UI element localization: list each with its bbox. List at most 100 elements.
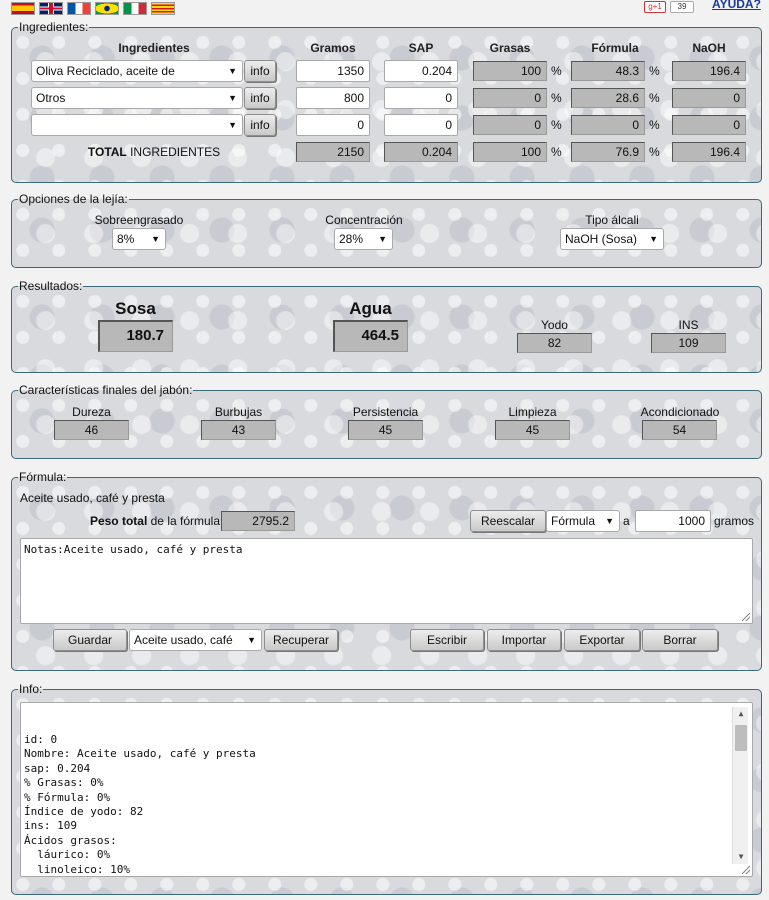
pct-sign: % <box>551 64 562 78</box>
info-line: linoleico: 10% <box>24 862 130 876</box>
resize-handle-icon[interactable] <box>742 613 750 621</box>
sosa-value: 180.7 <box>98 320 173 352</box>
grams-input[interactable]: 0 <box>296 114 370 136</box>
formula-value: 28.6 <box>571 88 645 108</box>
pct-sign: % <box>649 64 660 78</box>
col-header-grams: Gramos <box>310 41 356 55</box>
info-textarea[interactable]: id: 0 Nombre: Aceite usado, café y presta… <box>20 702 753 877</box>
chevron-down-icon: ▼ <box>378 234 387 244</box>
cleansing-value: 45 <box>495 420 570 440</box>
scroll-up-icon[interactable]: ▲ <box>733 707 749 721</box>
characteristics-legend: Características finales del jabón: <box>19 383 193 397</box>
col-header-ingredients: Ingredientes <box>118 41 190 55</box>
cleansing-label: Limpieza <box>508 405 557 419</box>
info-scrollbar[interactable]: ▲ ▼ <box>732 707 748 864</box>
grams-input[interactable]: 800 <box>296 87 370 109</box>
ingredients-legend: Ingredientes: <box>19 20 89 34</box>
france-flag-icon[interactable] <box>67 2 91 15</box>
naoh-value: 0 <box>672 115 746 135</box>
superfat-select[interactable]: 8% ▼ <box>112 228 166 250</box>
info-line: % Fórmula: 0% <box>24 790 111 804</box>
alkali-type-select[interactable]: NaOH (Sosa) ▼ <box>560 228 664 250</box>
col-header-sap: SAP <box>408 41 434 55</box>
target-weight-input[interactable]: 1000 <box>635 510 711 532</box>
chevron-down-icon: ▼ <box>151 234 160 244</box>
formula-value: 48.3 <box>571 61 645 81</box>
recover-button[interactable]: Recuperar <box>264 629 338 651</box>
pct-sign: % <box>551 91 562 105</box>
total-fats: 100 <box>473 142 547 162</box>
print-button[interactable]: Escribir <box>410 629 484 651</box>
total-sap: 0.204 <box>384 142 458 162</box>
info-line: Nombre: Aceite usado, café y presta <box>24 747 256 761</box>
resize-handle-icon[interactable] <box>742 866 750 874</box>
naoh-value: 0 <box>672 88 746 108</box>
pct-sign: % <box>649 118 660 132</box>
help-link[interactable]: AYUDA? <box>712 0 761 11</box>
chevron-down-icon: ▼ <box>228 66 237 76</box>
ins-label: INS <box>678 318 699 332</box>
persistence-label: Persistencia <box>352 405 419 419</box>
concentration-select[interactable]: 28% ▼ <box>334 228 393 250</box>
bubbles-label: Burbujas <box>214 405 263 419</box>
import-button[interactable]: Importar <box>487 629 561 651</box>
ingredient-select[interactable]: Otros ▼ <box>31 87 243 109</box>
catalonia-flag-icon[interactable] <box>151 2 175 15</box>
to-label: a <box>623 514 630 528</box>
info-line: sap: 0.204 <box>24 761 91 775</box>
sap-input[interactable]: 0 <box>384 87 458 109</box>
ingredient-select[interactable]: Oliva Reciclado, aceite de ▼ <box>31 60 243 82</box>
pct-sign: % <box>649 145 660 159</box>
info-line: láurico: 0% <box>24 848 111 862</box>
col-header-naoh: NaOH <box>692 41 726 55</box>
saved-formula-select[interactable]: Aceite usado, café ▼ <box>129 629 262 651</box>
info-line: Índice de yodo: 82 <box>24 804 144 818</box>
sap-input[interactable]: 0 <box>384 114 458 136</box>
info-button[interactable]: info <box>244 87 276 109</box>
alkali-type-label: Tipo álcali <box>585 213 639 227</box>
notes-textarea[interactable]: Notas:Aceite usado, café y presta <box>20 538 753 624</box>
spain-flag-icon[interactable] <box>11 2 35 15</box>
conditioning-value: 54 <box>642 420 717 440</box>
fats-value: 0 <box>473 88 547 108</box>
yodo-label: Yodo <box>541 318 568 332</box>
grams-input[interactable]: 1350 <box>296 60 370 82</box>
total-weight-value: 2795.2 <box>221 511 295 531</box>
info-line: Ácidos grasos: <box>24 833 117 847</box>
yodo-value: 82 <box>517 333 592 353</box>
uk-flag-icon[interactable] <box>39 2 63 15</box>
col-header-fats: Grasas <box>489 41 531 55</box>
rescale-mode-select[interactable]: Fórmula ▼ <box>546 510 620 532</box>
ins-value: 109 <box>651 333 726 353</box>
soap-calculator-page: g+1 39 AYUDA? Ingredientes: Ingredientes… <box>0 0 769 900</box>
total-grams: 2150 <box>296 142 370 162</box>
agua-value: 464.5 <box>333 320 408 352</box>
rescale-button[interactable]: Reescalar <box>470 510 546 532</box>
top-bar: g+1 39 AYUDA? <box>0 0 769 18</box>
fats-value: 100 <box>473 61 547 81</box>
scroll-thumb[interactable] <box>735 725 747 751</box>
delete-button[interactable]: Borrar <box>642 629 718 651</box>
brazil-flag-icon[interactable] <box>95 2 119 15</box>
info-legend: Info: <box>19 682 43 696</box>
save-button[interactable]: Guardar <box>53 629 127 651</box>
formula-value: 0 <box>571 115 645 135</box>
export-button[interactable]: Exportar <box>564 629 640 651</box>
fats-value: 0 <box>473 115 547 135</box>
scroll-down-icon[interactable]: ▼ <box>733 850 749 864</box>
total-weight-label: Peso total de la fórmula <box>89 514 220 528</box>
ingredient-select[interactable]: ▼ <box>31 114 243 136</box>
bubbles-value: 43 <box>201 420 276 440</box>
persistence-value: 45 <box>348 420 423 440</box>
italy-flag-icon[interactable] <box>123 2 147 15</box>
info-button[interactable]: info <box>244 114 276 136</box>
formula-legend: Fórmula: <box>19 470 67 484</box>
sap-input[interactable]: 0.204 <box>384 60 458 82</box>
google-plus-count: 39 <box>670 1 694 13</box>
google-plus-button[interactable]: g+1 <box>644 1 666 13</box>
sosa-label: Sosa <box>115 299 156 318</box>
grams-unit-label: gramos <box>714 514 755 528</box>
chevron-down-icon: ▼ <box>228 93 237 103</box>
info-button[interactable]: info <box>244 60 276 82</box>
pct-sign: % <box>649 91 660 105</box>
